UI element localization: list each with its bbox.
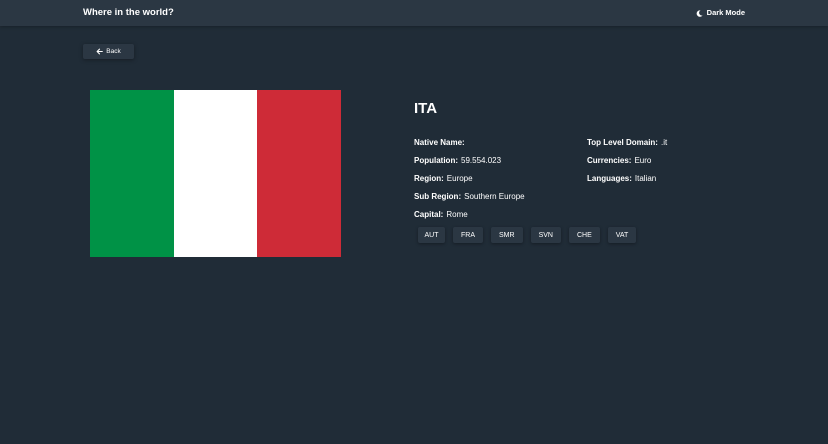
info-label: Languages:: [587, 174, 632, 183]
info-label: Currencies:: [587, 156, 632, 165]
app-title: Where in the world?: [83, 7, 174, 18]
info-label: Population:: [414, 156, 458, 165]
border-countries: AUT FRA SMR SVN CHE VAT: [418, 227, 637, 243]
info-primary-row: Sub Region: Southern Europe: [414, 188, 525, 206]
dark-mode-label: Dark Mode: [706, 8, 745, 17]
info-value: Southern Europe: [464, 192, 525, 201]
info-label: Sub Region:: [414, 192, 462, 201]
border-country-che-button[interactable]: CHE: [568, 227, 600, 243]
moon-icon: [696, 9, 703, 17]
flag-stripe: [257, 90, 342, 257]
info-label: Native Name:: [414, 138, 465, 147]
info-value: Europe: [446, 174, 473, 183]
info-primary-row: Population: 59.554.023: [414, 152, 525, 170]
info-secondary-row: Languages: Italian: [587, 170, 667, 188]
border-country-fra-button[interactable]: FRA: [453, 227, 483, 243]
border-country-svn-button[interactable]: SVN: [530, 227, 561, 243]
info-secondary-row: Top Level Domain: .it: [587, 134, 667, 152]
info-value: Rome: [446, 210, 468, 219]
info-label: Top Level Domain:: [587, 138, 658, 147]
country-info-secondary: Top Level Domain: .it Currencies: Euro Langu…: [587, 134, 667, 188]
info-primary-row: Region: Europe: [414, 170, 525, 188]
border-country-vat-button[interactable]: VAT: [607, 227, 637, 243]
back-button-label: Back: [106, 48, 121, 55]
info-value: .it: [660, 138, 668, 147]
info-value: Euro: [634, 156, 652, 165]
border-country-smr-button[interactable]: SMR: [491, 227, 523, 243]
flag-stripe: [90, 90, 174, 257]
info-label: Capital:: [414, 210, 444, 219]
info-secondary-row: Currencies: Euro: [587, 152, 667, 170]
info-value: Italian: [634, 174, 657, 183]
info-label: Region:: [414, 174, 444, 183]
arrow-left-icon: [96, 48, 104, 55]
dark-mode-toggle[interactable]: Dark Mode: [696, 7, 745, 19]
back-button[interactable]: Back: [83, 44, 134, 59]
info-primary-row: Native Name:: [414, 134, 525, 152]
app-header: Where in the world? Dark Mode: [0, 0, 828, 26]
flag-stripe: [173, 90, 258, 257]
country-name: ITA: [414, 100, 438, 117]
border-country-aut-button[interactable]: AUT: [418, 227, 445, 243]
info-primary-row: Capital: Rome: [414, 206, 525, 224]
country-flag: [90, 90, 342, 257]
country-info-primary: Native Name: Population: 59.554.023 Region:…: [414, 134, 525, 224]
info-value: 59.554.023: [461, 156, 502, 165]
